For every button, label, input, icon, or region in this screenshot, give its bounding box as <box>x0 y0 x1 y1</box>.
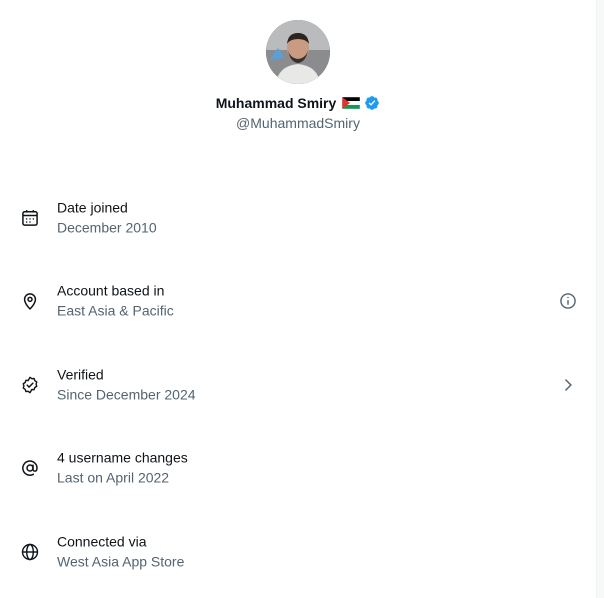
verified-badge-icon[interactable] <box>364 95 380 111</box>
row-verified[interactable]: Verified Since December 2024 <box>0 343 596 427</box>
avatar-photo <box>266 20 330 84</box>
at-sign-icon <box>20 458 40 478</box>
location-pin-icon <box>20 291 40 311</box>
row-title: 4 username changes <box>57 449 188 466</box>
about-account-page: Muhammad Smiry @MuhammadSmiry Date joine… <box>0 0 596 598</box>
row-account-based-in: Account based in East Asia & Pacific <box>0 260 596 344</box>
row-subtitle: Last on April 2022 <box>57 469 170 486</box>
row-title: Connected via <box>57 533 147 550</box>
avatar[interactable] <box>266 20 330 84</box>
verified-check-icon <box>20 375 40 395</box>
row-subtitle: West Asia App Store <box>57 553 185 570</box>
row-date-joined: Date joined December 2010 <box>0 176 596 260</box>
profile-header: Muhammad Smiry @MuhammadSmiry <box>0 20 596 131</box>
row-title: Verified <box>57 366 104 383</box>
calendar-icon <box>20 208 40 228</box>
row-subtitle: December 2010 <box>57 219 157 236</box>
row-subtitle: Since December 2024 <box>57 386 196 403</box>
chevron-right-icon[interactable] <box>558 375 578 395</box>
name-row: Muhammad Smiry <box>0 94 596 112</box>
row-text: Connected via West Asia App Store <box>57 532 184 571</box>
row-subtitle: East Asia & Pacific <box>57 302 174 319</box>
username-handle: @MuhammadSmiry <box>236 115 360 131</box>
scrollbar-track[interactable] <box>596 0 604 598</box>
row-username-changes: 4 username changes Last on April 2022 <box>0 427 596 511</box>
row-text: 4 username changes Last on April 2022 <box>57 449 188 488</box>
row-text: Date joined December 2010 <box>57 198 157 237</box>
globe-icon <box>20 542 40 562</box>
row-title: Date joined <box>57 199 128 216</box>
display-name: Muhammad Smiry <box>215 95 337 111</box>
row-text: Account based in East Asia & Pacific <box>57 282 174 321</box>
row-text: Verified Since December 2024 <box>57 365 196 404</box>
info-icon[interactable] <box>558 291 578 311</box>
row-title: Account based in <box>57 282 165 299</box>
row-connected-via: Connected via West Asia App Store <box>0 510 596 594</box>
palestine-flag-icon <box>342 97 361 109</box>
account-info-list: Date joined December 2010 Account based … <box>0 176 596 594</box>
